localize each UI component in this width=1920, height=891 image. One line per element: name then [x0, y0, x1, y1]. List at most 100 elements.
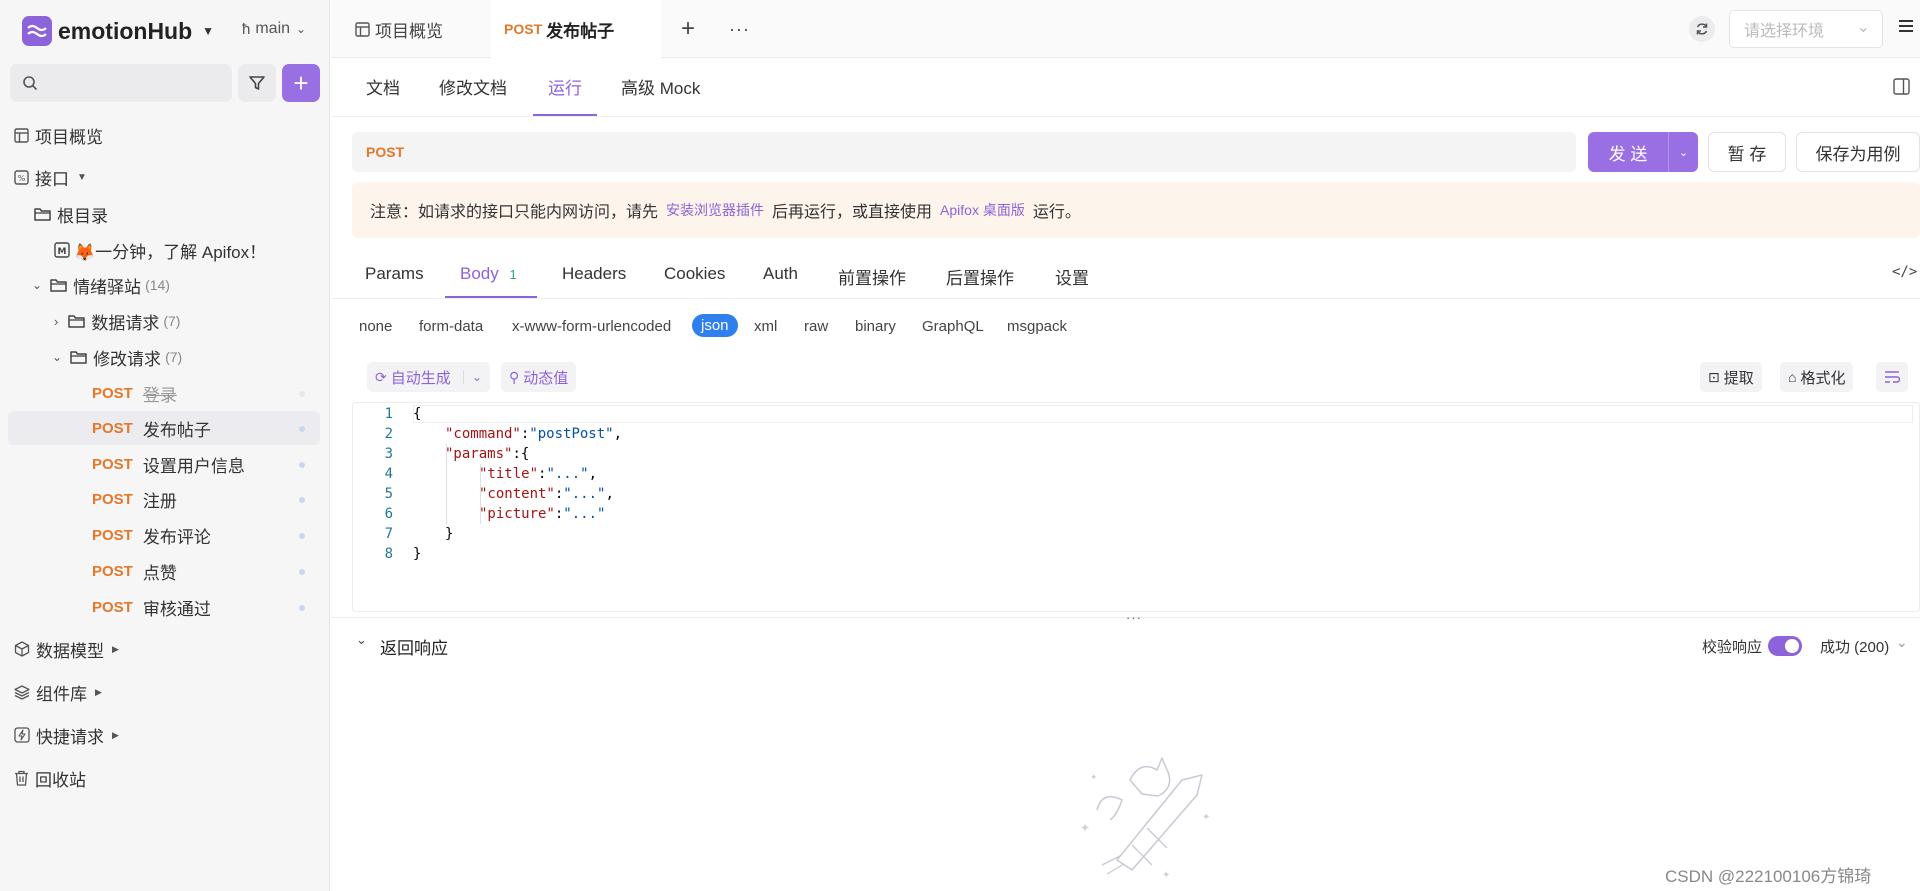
sidebar-item-label: 数据请求 [91, 313, 160, 333]
sidebar-item-interfaces[interactable]: % 接口 ▼ [0, 160, 330, 194]
body-type-json[interactable]: json [692, 314, 738, 337]
svg-text:✦: ✦ [1202, 812, 1210, 823]
drag-handle-icon[interactable]: ··· [1126, 610, 1142, 625]
tree-doc-intro[interactable]: M 🦊一分钟，了解 Apifox！ [0, 233, 330, 267]
code-view-button[interactable]: </> [1892, 264, 1917, 280]
sidebar-item-overview[interactable]: 项目概览 [0, 118, 330, 152]
body-type-xml[interactable]: xml [754, 318, 777, 335]
environment-select[interactable]: 请选择环境 ⌄ [1729, 10, 1883, 48]
line-number: 1 [384, 406, 393, 422]
folder-count: (7) [163, 313, 181, 329]
add-button[interactable]: + [282, 64, 320, 102]
svg-text:✦: ✦ [1162, 870, 1170, 880]
refresh-button[interactable] [1689, 16, 1715, 42]
desktop-app-link[interactable]: Apifox 桌面版 [940, 200, 1025, 220]
chevron-down-icon[interactable]: ⌄ [1896, 634, 1908, 651]
chevron-down-icon[interactable]: ⌄ [356, 632, 367, 648]
auto-generate-button[interactable]: ⟳ 自动生成 ⌄ [367, 362, 490, 392]
search-box[interactable] [10, 64, 232, 102]
current-line-highlight [413, 405, 1913, 423]
url-input[interactable]: POST [352, 132, 1576, 172]
endpoint-item-approve[interactable]: POST 审核通过 [0, 590, 330, 624]
sidebar-item-recycle[interactable]: 回收站 [0, 761, 330, 795]
install-extension-link[interactable]: 安装浏览器插件 [666, 200, 764, 220]
sidebar-item-components[interactable]: 组件库 ▶ [0, 675, 330, 709]
body-type-binary[interactable]: binary [855, 318, 896, 335]
code-editor[interactable]: 1 { 2 "command":"postPost", 3 "params":{ 4 "… [352, 402, 1920, 612]
more-tabs-button[interactable]: ··· [729, 0, 750, 58]
subtab-run[interactable]: 运行 [548, 74, 582, 99]
save-case-button[interactable]: 保存为用例 [1796, 132, 1920, 172]
more-icon: ··· [729, 18, 750, 39]
chevron-down-icon: ⌄ [32, 278, 43, 292]
endpoint-item-like[interactable]: POST 点赞 [0, 554, 330, 588]
response-title[interactable]: 返回响应 [380, 634, 448, 659]
toggle-panel-button[interactable] [1893, 78, 1910, 95]
filter-icon [249, 76, 265, 90]
tab-settings[interactable]: 设置 [1055, 264, 1089, 289]
format-button[interactable]: ⌂ 格式化 [1780, 362, 1854, 392]
tab-body[interactable]: Body 1 [460, 264, 517, 284]
line-number: 8 [384, 546, 393, 562]
endpoint-item-register[interactable]: POST 注册 [0, 482, 330, 516]
line-number: 5 [384, 486, 393, 502]
method-badge: POST [92, 562, 133, 580]
tab-post-operations[interactable]: 后置操作 [946, 264, 1014, 289]
send-options-button[interactable]: ⌄ [1668, 132, 1698, 172]
body-type-msgpack[interactable]: msgpack [1007, 318, 1067, 335]
tree-folder-main[interactable]: ⌄ 情绪驿站 (14) [0, 268, 330, 302]
endpoint-item-set-user[interactable]: POST 设置用户信息 [0, 447, 330, 481]
body-type-graphql[interactable]: GraphQL [922, 318, 984, 335]
menu-button[interactable] [1897, 18, 1915, 34]
branch-icon: ħ [242, 20, 251, 38]
tree-root-folder[interactable]: 根目录 [0, 197, 330, 231]
response-status-select[interactable]: 成功 (200) [1820, 636, 1889, 657]
endpoint-label: 审核通过 [142, 599, 211, 619]
tab-label: 项目概览 [375, 21, 443, 41]
tab-overview[interactable]: 项目概览 [355, 0, 443, 58]
tab-pre-operations[interactable]: 前置操作 [838, 264, 906, 289]
wrap-button[interactable] [1876, 362, 1908, 392]
dynamic-value-button[interactable]: ⚲ 动态值 [501, 362, 577, 392]
method-badge: POST [92, 598, 133, 616]
validate-response-toggle[interactable] [1768, 636, 1802, 656]
sidebar-item-label: 数据模型 [36, 641, 104, 661]
send-button[interactable]: 发 送 [1588, 140, 1668, 165]
tab-params[interactable]: Params [365, 264, 424, 284]
tree-folder-data[interactable]: › 数据请求 (7) [0, 304, 330, 338]
subtab-mock[interactable]: 高级 Mock [621, 74, 700, 99]
subtab-edit-doc[interactable]: 修改文档 [439, 74, 507, 99]
subtab-doc[interactable]: 文档 [366, 74, 400, 99]
new-tab-button[interactable]: + [681, 0, 695, 58]
tab-active-endpoint[interactable]: POST 发布帖子 [491, 0, 661, 58]
workspace-switcher[interactable]: emotionHub ▼ [22, 16, 214, 46]
body-type-raw[interactable]: raw [804, 318, 828, 335]
endpoint-item-comment[interactable]: POST 发布评论 [0, 518, 330, 552]
endpoint-item-post-post[interactable]: POST 发布帖子 [8, 411, 320, 445]
tab-bar: 项目概览 POST 发布帖子 + ··· 请选择环境 ⌄ [331, 0, 1920, 58]
json-value: "postPost" [529, 426, 614, 442]
body-type-urlencoded[interactable]: x-www-form-urlencoded [512, 318, 671, 335]
body-type-form-data[interactable]: form-data [419, 318, 483, 335]
request-method[interactable]: POST [366, 144, 404, 160]
sidebar-item-data-models[interactable]: 数据模型 ▶ [0, 632, 330, 666]
filter-button[interactable] [238, 64, 276, 102]
tab-headers[interactable]: Headers [562, 264, 626, 284]
body-type-none[interactable]: none [359, 318, 392, 335]
search-input[interactable] [46, 75, 226, 91]
branch-switcher[interactable]: ħ main ⌄ [242, 20, 306, 38]
tab-label: 发布帖子 [546, 21, 615, 41]
endpoint-item-login[interactable]: POST 登录 [0, 376, 330, 410]
magic-wand-icon: ⚲ [509, 368, 520, 385]
save-temp-button[interactable]: 暂 存 [1708, 132, 1786, 172]
tab-auth[interactable]: Auth [763, 264, 798, 284]
sidebar-item-quick-request[interactable]: 快捷请求 ▶ [0, 718, 330, 752]
json-key: "command" [445, 426, 521, 442]
tree-folder-modify[interactable]: ⌄ 修改请求 (7) [0, 340, 330, 374]
code-text: "command":"postPost", [445, 426, 623, 442]
extract-button[interactable]: ⊡ 提取 [1700, 362, 1762, 392]
tab-cookies[interactable]: Cookies [664, 264, 725, 284]
refresh-icon [1696, 23, 1708, 35]
sidebar: emotionHub ▼ ħ main ⌄ + 项目概览 % 接口 ▼ 根目录 [0, 0, 330, 891]
extract-label: 提取 [1723, 369, 1754, 387]
